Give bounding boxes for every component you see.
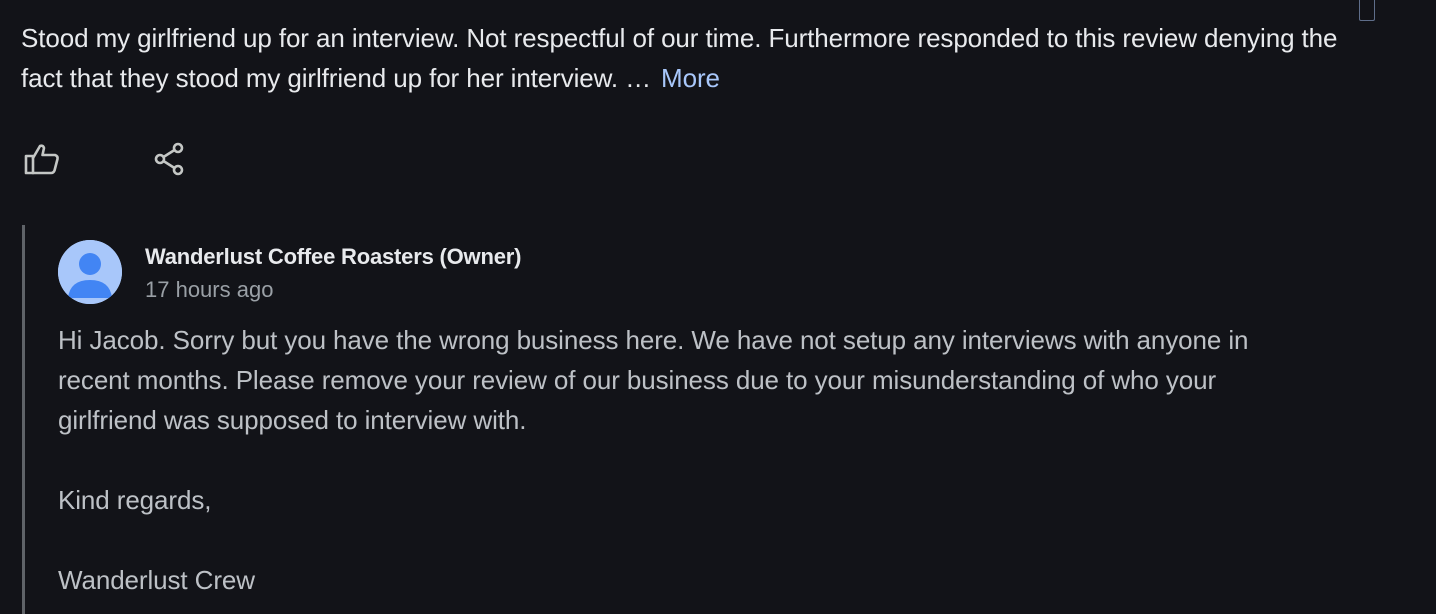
- avatar: [58, 240, 122, 304]
- more-link[interactable]: More: [661, 63, 720, 93]
- scrollbar-thumb[interactable]: [1359, 0, 1375, 21]
- reply-body: Hi Jacob. Sorry but you have the wrong b…: [58, 320, 1318, 600]
- reply-signoff: Kind regards,: [58, 485, 212, 515]
- review-text: Stood my girlfriend up for an interview.…: [21, 18, 1341, 98]
- reply-timestamp: 17 hours ago: [145, 277, 274, 302]
- like-button[interactable]: [22, 139, 62, 179]
- share-button[interactable]: [150, 139, 190, 179]
- owner-reply: Wanderlust Coffee Roasters (Owner) 17 ho…: [22, 225, 1322, 614]
- owner-name: Wanderlust Coffee Roasters (Owner): [145, 244, 522, 269]
- reply-paragraph: Hi Jacob. Sorry but you have the wrong b…: [58, 325, 1249, 435]
- thumbs-up-icon: [24, 144, 59, 175]
- person-icon: [58, 240, 122, 304]
- reply-signature: Wanderlust Crew: [58, 565, 255, 595]
- share-icon: [154, 142, 184, 176]
